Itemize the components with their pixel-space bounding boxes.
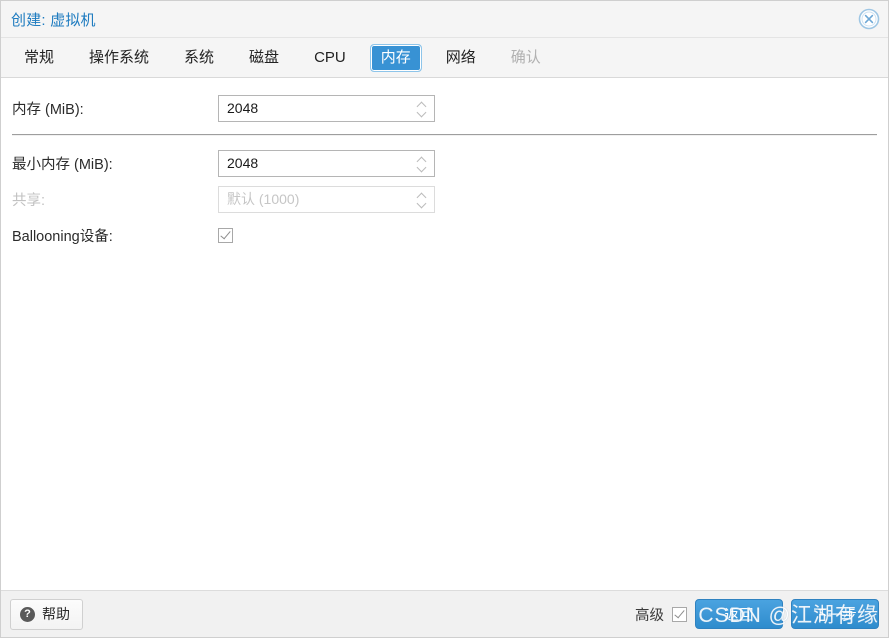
tab-confirm: 确认 bbox=[510, 48, 541, 66]
memory-row: 内存 (MiB): 2048 bbox=[1, 90, 888, 126]
shares-value: 默认 (1000) bbox=[227, 191, 300, 207]
memory-value: 2048 bbox=[227, 100, 259, 116]
chevron-down-icon bbox=[417, 201, 426, 206]
close-icon[interactable] bbox=[858, 8, 880, 30]
help-button-label: 帮助 bbox=[42, 606, 70, 622]
shares-row: 共享: 默认 (1000) bbox=[1, 181, 888, 217]
chevron-up-icon[interactable] bbox=[417, 102, 426, 107]
min-memory-stepper[interactable] bbox=[411, 151, 431, 176]
tab-disks[interactable]: 磁盘 bbox=[238, 44, 290, 72]
chevron-up-icon[interactable] bbox=[417, 157, 426, 162]
chevron-up-icon bbox=[417, 193, 426, 198]
tab-system[interactable]: 系统 bbox=[173, 44, 225, 72]
dialog-footer: ? 帮助 高级 返回 下一步 bbox=[1, 590, 888, 637]
ballooning-checkbox[interactable] bbox=[218, 227, 233, 243]
dialog-titlebar: 创建: 虚拟机 bbox=[1, 1, 888, 38]
next-button[interactable]: 下一步 bbox=[791, 599, 879, 629]
question-circle-icon: ? bbox=[20, 606, 35, 622]
shares-stepper bbox=[411, 187, 431, 212]
tab-network[interactable]: 网络 bbox=[435, 44, 487, 72]
create-vm-dialog: 创建: 虚拟机 常规 操作系统 系统 磁盘 CPU 内存 网络 确认 内存 (M… bbox=[0, 0, 889, 638]
min-memory-row: 最小内存 (MiB): 2048 bbox=[1, 145, 888, 181]
shares-label: 共享: bbox=[12, 192, 46, 209]
wizard-tabbar: 常规 操作系统 系统 磁盘 CPU 内存 网络 确认 bbox=[1, 38, 888, 78]
back-button[interactable]: 返回 bbox=[695, 599, 783, 629]
min-memory-label: 最小内存 (MiB): bbox=[12, 156, 113, 173]
tab-memory[interactable]: 内存 bbox=[369, 43, 422, 72]
memory-stepper[interactable] bbox=[411, 96, 431, 121]
tab-os[interactable]: 操作系统 bbox=[78, 44, 160, 72]
min-memory-input[interactable]: 2048 bbox=[218, 149, 435, 177]
dialog-title: 创建: 虚拟机 bbox=[11, 11, 96, 29]
footer-actions: 高级 返回 下一步 bbox=[635, 599, 879, 629]
memory-input[interactable]: 2048 bbox=[218, 94, 435, 122]
shares-input: 默认 (1000) bbox=[218, 185, 435, 213]
memory-form-panel: 内存 (MiB): 2048 最小内存 (MiB): 2048 共享: 默认 (… bbox=[1, 78, 888, 590]
advanced-checkbox[interactable] bbox=[672, 606, 687, 622]
ballooning-row: Ballooning设备: bbox=[1, 217, 888, 253]
chevron-down-icon[interactable] bbox=[417, 110, 426, 115]
ballooning-label: Ballooning设备: bbox=[12, 228, 113, 245]
advanced-label: 高级 bbox=[635, 607, 664, 624]
form-divider bbox=[12, 134, 877, 136]
help-button[interactable]: ? 帮助 bbox=[10, 598, 83, 630]
memory-label: 内存 (MiB): bbox=[12, 101, 84, 118]
chevron-down-icon[interactable] bbox=[417, 165, 426, 170]
tab-general[interactable]: 常规 bbox=[13, 44, 65, 72]
tab-cpu[interactable]: CPU bbox=[303, 44, 357, 72]
min-memory-value: 2048 bbox=[227, 155, 259, 171]
